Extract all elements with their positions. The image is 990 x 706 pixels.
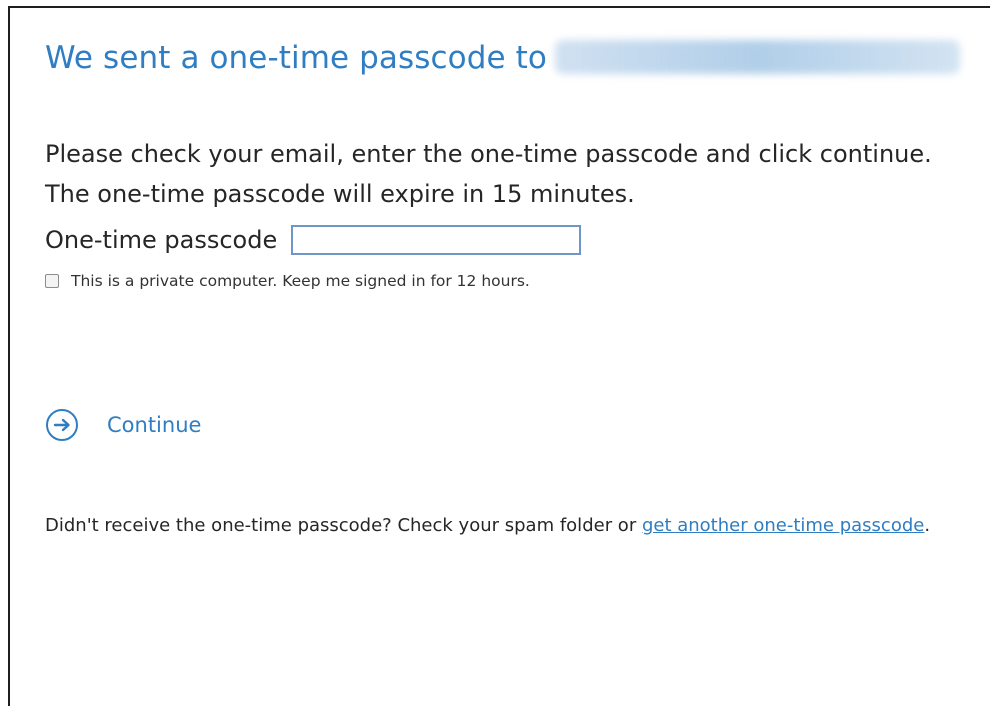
resend-message: Didn't receive the one-time passcode? Ch… (45, 510, 950, 541)
page-frame: We sent a one-time passcode to Please ch… (8, 6, 990, 706)
instructions: Please check your email, enter the one-t… (45, 134, 932, 214)
redacted-email (554, 39, 960, 74)
keep-signed-in-checkbox[interactable] (45, 274, 59, 288)
page-title: We sent a one-time passcode to (45, 39, 960, 76)
keep-signed-in-label: This is a private computer. Keep me sign… (71, 272, 530, 290)
passcode-panel: We sent a one-time passcode to Please ch… (10, 8, 990, 677)
resend-passcode-link[interactable]: get another one-time passcode (642, 515, 924, 536)
arrow-right-circle-icon[interactable] (45, 408, 79, 442)
passcode-input[interactable] (291, 225, 582, 255)
passcode-row: One-time passcode (45, 225, 582, 255)
page-title-text: We sent a one-time passcode to (45, 40, 547, 76)
instructions-line-1: Please check your email, enter the one-t… (45, 140, 932, 168)
passcode-label: One-time passcode (45, 226, 278, 254)
instructions-line-2: The one-time passcode will expire in 15 … (45, 180, 635, 208)
keep-signed-in-row: This is a private computer. Keep me sign… (45, 272, 530, 290)
continue-label[interactable]: Continue (107, 413, 201, 437)
resend-suffix: . (924, 515, 931, 536)
resend-prefix: Didn't receive the one-time passcode? Ch… (45, 515, 642, 536)
continue-button[interactable]: Continue (45, 408, 201, 442)
